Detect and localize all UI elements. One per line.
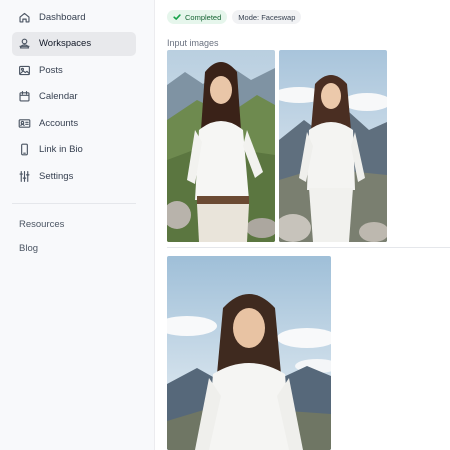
sidebar-item-accounts[interactable]: Accounts [12,111,136,135]
phone-icon [17,143,31,157]
sidebar-item-label: Posts [39,64,63,76]
status-badge: Completed [167,10,228,24]
sidebar: Dashboard Workspaces Posts Calendar Acco… [0,0,155,450]
section-divider [167,247,450,248]
sidebar-item-label: Link in Bio [39,144,83,155]
sidebar-item-label: Calendar [39,91,78,102]
home-icon [17,10,31,24]
mode-badge-label: Mode: Faceswap [238,12,296,22]
image-icon [17,63,31,77]
status-badges: Completed Mode: Faceswap [167,10,302,24]
status-badge-label: Completed [185,12,222,22]
sidebar-item-label: Settings [39,170,74,182]
calendar-icon [17,90,31,104]
sidebar-item-label: Accounts [39,117,79,129]
sidebar-item-dashboard[interactable]: Dashboard [12,5,136,29]
sidebar-item-label: Workspaces [39,38,92,49]
input-images-label: Input images [167,38,219,48]
id-card-icon [17,116,31,130]
result-image[interactable] [167,256,331,450]
input-image-1[interactable] [167,50,275,242]
sidebar-item-posts[interactable]: Posts [12,58,136,82]
sidebar-divider [12,203,136,204]
app-root: Dashboard Workspaces Posts Calendar Acco… [0,0,450,450]
sidebar-item-link-in-bio[interactable]: Link in Bio [12,138,136,162]
sidebar-item-label: Dashboard [39,11,86,23]
sidebar-item-calendar[interactable]: Calendar [12,85,136,109]
sidebar-item-settings[interactable]: Settings [12,164,136,188]
sidebar-item-workspaces[interactable]: Workspaces [12,31,136,56]
input-image-2[interactable] [279,50,387,242]
sidebar-nav: Dashboard Workspaces Posts Calendar Acco… [12,5,136,191]
user-icon [17,37,31,51]
sliders-icon [17,169,31,183]
check-icon [173,14,181,20]
resources-link[interactable]: Resources [19,219,64,230]
blog-link[interactable]: Blog [19,243,38,254]
mode-badge: Mode: Faceswap [232,10,302,24]
main-content: Completed Mode: Faceswap Input images [155,0,450,450]
